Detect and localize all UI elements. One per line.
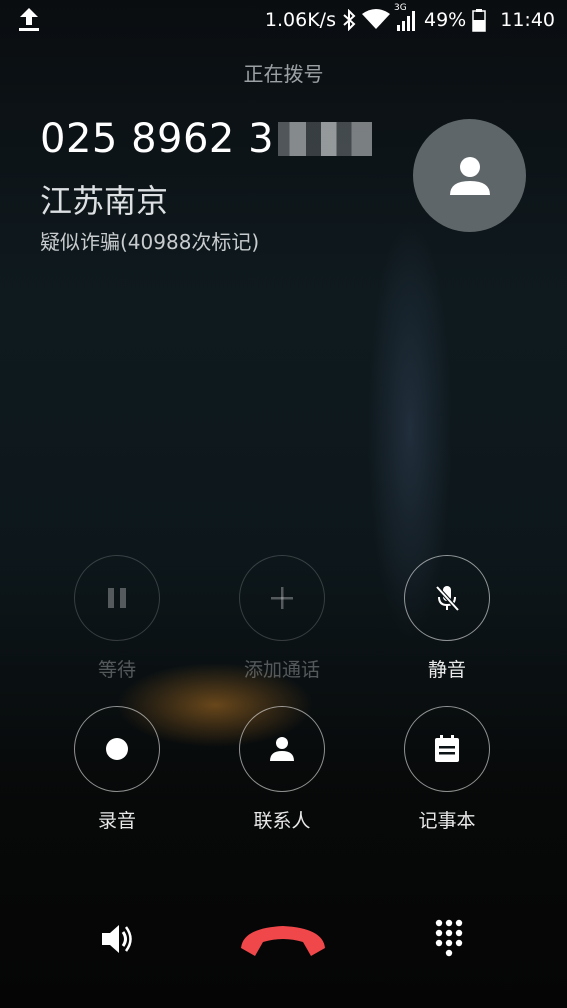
clock: 11:40 [500,9,555,31]
contact-icon [270,737,294,761]
contact-avatar [413,119,526,232]
net-speed: 1.06K/s [264,9,336,31]
person-icon [449,156,490,195]
phone-number: 025 8962 3 [40,116,373,162]
speaker-icon[interactable] [100,921,136,957]
call-state: 正在拨号 [243,62,324,86]
contacts-button[interactable]: 联系人 [239,706,325,833]
add-call-button[interactable]: 添加通话 [239,555,325,682]
battery-percent: 49% [424,9,467,31]
battery-icon [472,9,486,32]
hold-label: 等待 [97,659,136,681]
caller-location: 江苏南京 [40,182,169,220]
record-label: 录音 [97,810,136,832]
record-icon [106,738,128,760]
phone-number-text: 025 8962 3 [40,116,275,162]
plus-icon [271,587,293,609]
upload-icon [19,8,39,31]
hold-button[interactable]: 等待 [74,555,160,682]
record-button[interactable]: 录音 [74,706,160,833]
mic-off-icon [435,585,460,612]
dialpad-icon[interactable] [434,918,464,960]
fraud-tag: 疑似诈骗(40988次标记) [40,230,260,254]
bluetooth-icon [343,9,356,31]
status-bar: 1.06K/s 3G 49% 11:40 [0,0,567,40]
masked-digits [278,122,373,156]
network-type: 3G [394,3,407,13]
notepad-icon [435,735,459,762]
end-call-icon[interactable] [237,920,329,960]
contacts-label: 联系人 [253,810,311,832]
mute-label: 静音 [427,659,466,681]
add-call-label: 添加通话 [243,659,320,681]
mute-button[interactable]: 静音 [404,555,490,682]
wifi-icon [362,9,390,29]
notes-button[interactable]: 记事本 [404,706,490,833]
notes-label: 记事本 [418,810,476,832]
pause-icon [108,588,126,608]
